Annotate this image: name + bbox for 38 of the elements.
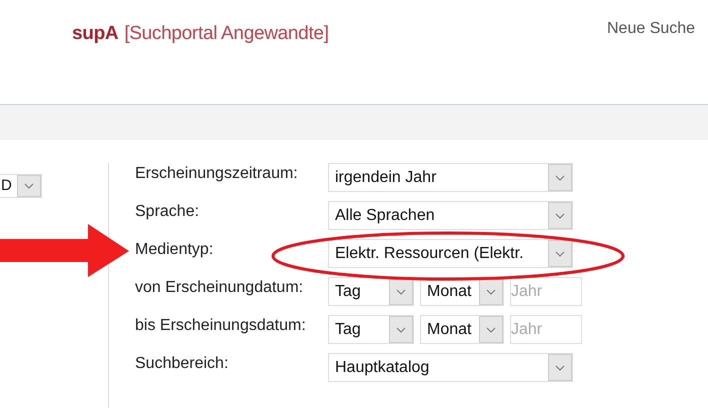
chevron-down-icon[interactable] — [486, 326, 496, 332]
dropdown-toggle[interactable] — [389, 278, 413, 305]
dropdown-toggle[interactable] — [548, 202, 572, 229]
chevron-down-icon[interactable] — [24, 183, 34, 189]
chevron-down-icon[interactable] — [555, 250, 565, 256]
dropdown-toggle[interactable] — [548, 164, 572, 191]
year-input[interactable]: Jahr — [510, 315, 582, 344]
chevron-down-icon[interactable] — [555, 364, 565, 370]
dropdown-toggle[interactable] — [548, 240, 572, 267]
year-input[interactable]: Jahr — [510, 277, 582, 306]
select-field[interactable]: Hauptkatalog — [328, 353, 573, 382]
dropdown-toggle[interactable] — [548, 354, 572, 381]
field-label: Medientyp: — [135, 240, 214, 260]
field-label: Erscheinungszeitraum: — [135, 164, 299, 184]
new-search-link[interactable]: Neue Suche — [607, 17, 696, 41]
select-field[interactable]: Monat — [420, 315, 504, 344]
chevron-down-icon[interactable] — [396, 326, 406, 332]
field-label: bis Erscheinungsdatum: — [135, 316, 307, 336]
dropdown-toggle[interactable] — [479, 278, 503, 305]
logo-short: supA — [72, 23, 118, 44]
dropdown-toggle[interactable] — [389, 316, 413, 343]
select-field[interactable]: Tag — [328, 315, 414, 344]
chevron-down-icon[interactable] — [486, 288, 496, 294]
logo-title: [Suchportal Angewandte] — [124, 23, 329, 44]
select-field[interactable]: D — [0, 174, 42, 198]
select-field[interactable]: Elektr. Ressourcen (Elektr. — [328, 239, 573, 268]
field-label: von Erscheinungdatum: — [135, 278, 304, 298]
field-label: Suchbereich: — [135, 354, 230, 374]
dropdown-toggle[interactable] — [479, 316, 503, 343]
field-label: Sprache: — [135, 202, 200, 222]
select-field[interactable]: irgendein Jahr — [328, 163, 573, 192]
select-field[interactable]: Monat — [420, 277, 504, 306]
chevron-down-icon[interactable] — [555, 174, 565, 180]
chevron-down-icon[interactable] — [396, 288, 406, 294]
dropdown-toggle[interactable] — [17, 175, 41, 197]
select-field[interactable]: Alle Sprachen — [328, 201, 573, 230]
chevron-down-icon[interactable] — [555, 212, 565, 218]
select-field[interactable]: Tag — [328, 277, 414, 306]
